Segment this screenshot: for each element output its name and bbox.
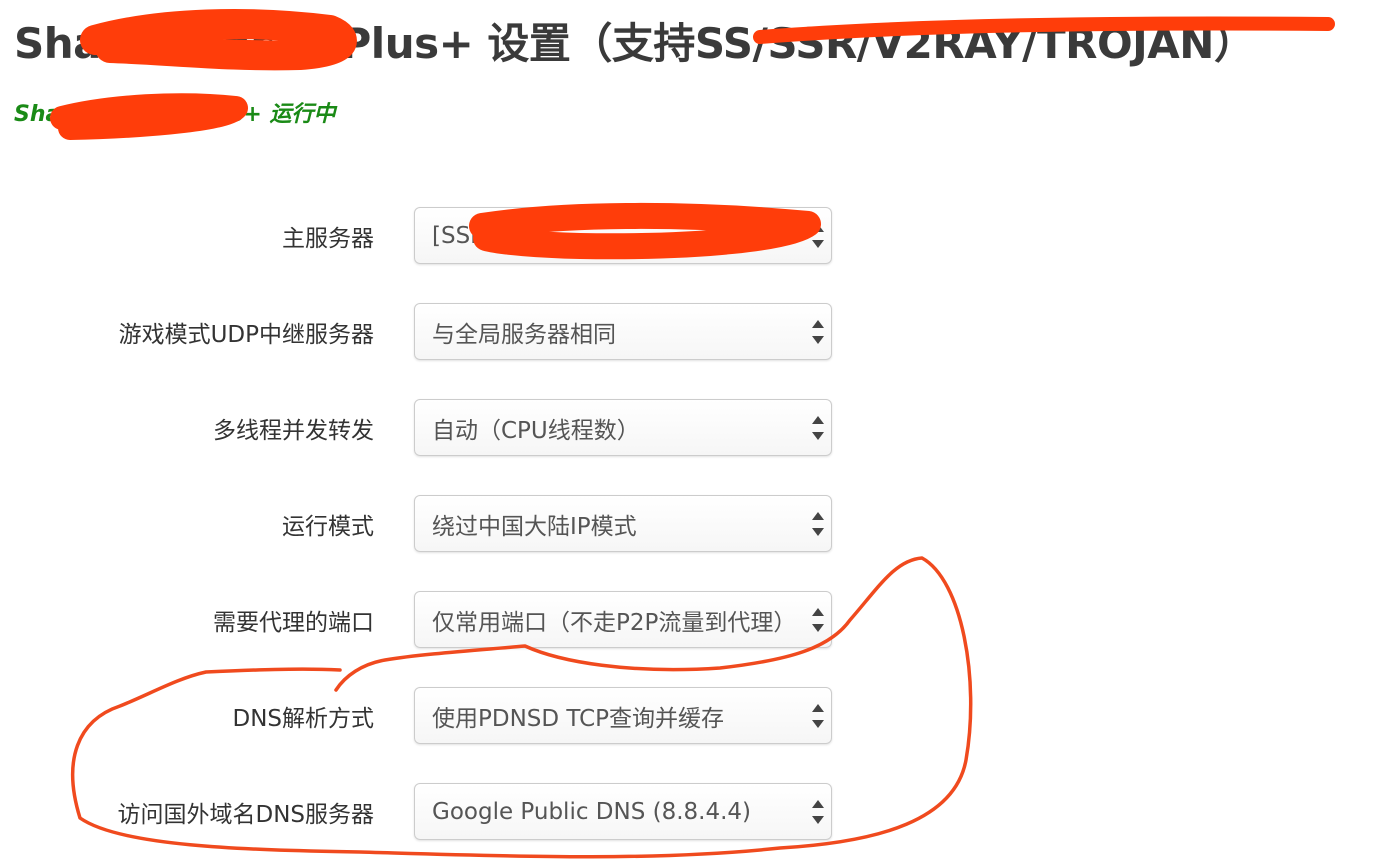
dns-mode-label: DNS解析方式 bbox=[232, 706, 374, 732]
udp-relay-server-value: 与全局服务器相同 bbox=[432, 321, 616, 348]
proxy-ports-value: 仅常用端口（不走P2P流量到代理） bbox=[432, 609, 797, 636]
run-mode-value: 绕过中国大陆IP模式 bbox=[432, 513, 637, 540]
udp-relay-server-select[interactable]: 与全局服务器相同 bbox=[414, 303, 832, 360]
dns-mode-select[interactable]: 使用PDNSD TCP查询并缓存 bbox=[414, 687, 832, 744]
thread-forwarding-value: 自动（CPU线程数） bbox=[432, 417, 640, 444]
dns-mode-value: 使用PDNSD TCP查询并缓存 bbox=[432, 705, 725, 732]
foreign-dns-server-label: 访问国外域名DNS服务器 bbox=[117, 802, 374, 828]
main-server-select[interactable]: [SSR] ... bbox=[414, 207, 832, 264]
page-title: Shadowsocks Plus+ 设置（支持SS/SSR/V2RAY/TROJ… bbox=[14, 19, 1256, 68]
up-down-chevron-icon bbox=[811, 224, 825, 248]
form-row-thread-forwarding: 多线程并发转发 自动（CPU线程数） bbox=[0, 399, 860, 457]
up-down-chevron-icon bbox=[811, 800, 825, 824]
up-down-chevron-icon bbox=[811, 512, 825, 536]
udp-relay-server-label: 游戏模式UDP中继服务器 bbox=[118, 322, 374, 348]
main-server-value: [SSR] ... bbox=[432, 222, 525, 249]
up-down-chevron-icon bbox=[811, 320, 825, 344]
up-down-chevron-icon bbox=[811, 704, 825, 728]
proxy-ports-select[interactable]: 仅常用端口（不走P2P流量到代理） bbox=[414, 591, 832, 648]
main-server-label: 主服务器 bbox=[282, 226, 374, 252]
foreign-dns-server-select[interactable]: Google Public DNS (8.8.4.4) bbox=[414, 783, 832, 840]
foreign-dns-server-value: Google Public DNS (8.8.4.4) bbox=[432, 798, 752, 825]
thread-forwarding-label: 多线程并发转发 bbox=[213, 418, 374, 444]
thread-forwarding-select[interactable]: 自动（CPU线程数） bbox=[414, 399, 832, 456]
form-row-main-server: 主服务器 [SSR] ... bbox=[0, 207, 860, 265]
form-row-udp-relay-server: 游戏模式UDP中继服务器 与全局服务器相同 bbox=[0, 303, 860, 361]
run-mode-label: 运行模式 bbox=[282, 514, 374, 540]
form-row-dns-mode: DNS解析方式 使用PDNSD TCP查询并缓存 bbox=[0, 687, 860, 745]
proxy-ports-label: 需要代理的端口 bbox=[213, 610, 374, 636]
up-down-chevron-icon bbox=[811, 608, 825, 632]
form-row-foreign-dns-server: 访问国外域名DNS服务器 Google Public DNS (8.8.4.4) bbox=[0, 783, 860, 841]
form-row-proxy-ports: 需要代理的端口 仅常用端口（不走P2P流量到代理） bbox=[0, 591, 860, 649]
run-mode-select[interactable]: 绕过中国大陆IP模式 bbox=[414, 495, 832, 552]
up-down-chevron-icon bbox=[811, 416, 825, 440]
form-row-run-mode: 运行模式 绕过中国大陆IP模式 bbox=[0, 495, 860, 553]
status-running-text: ShadowSocks Plus+ 运行中 bbox=[14, 102, 336, 127]
